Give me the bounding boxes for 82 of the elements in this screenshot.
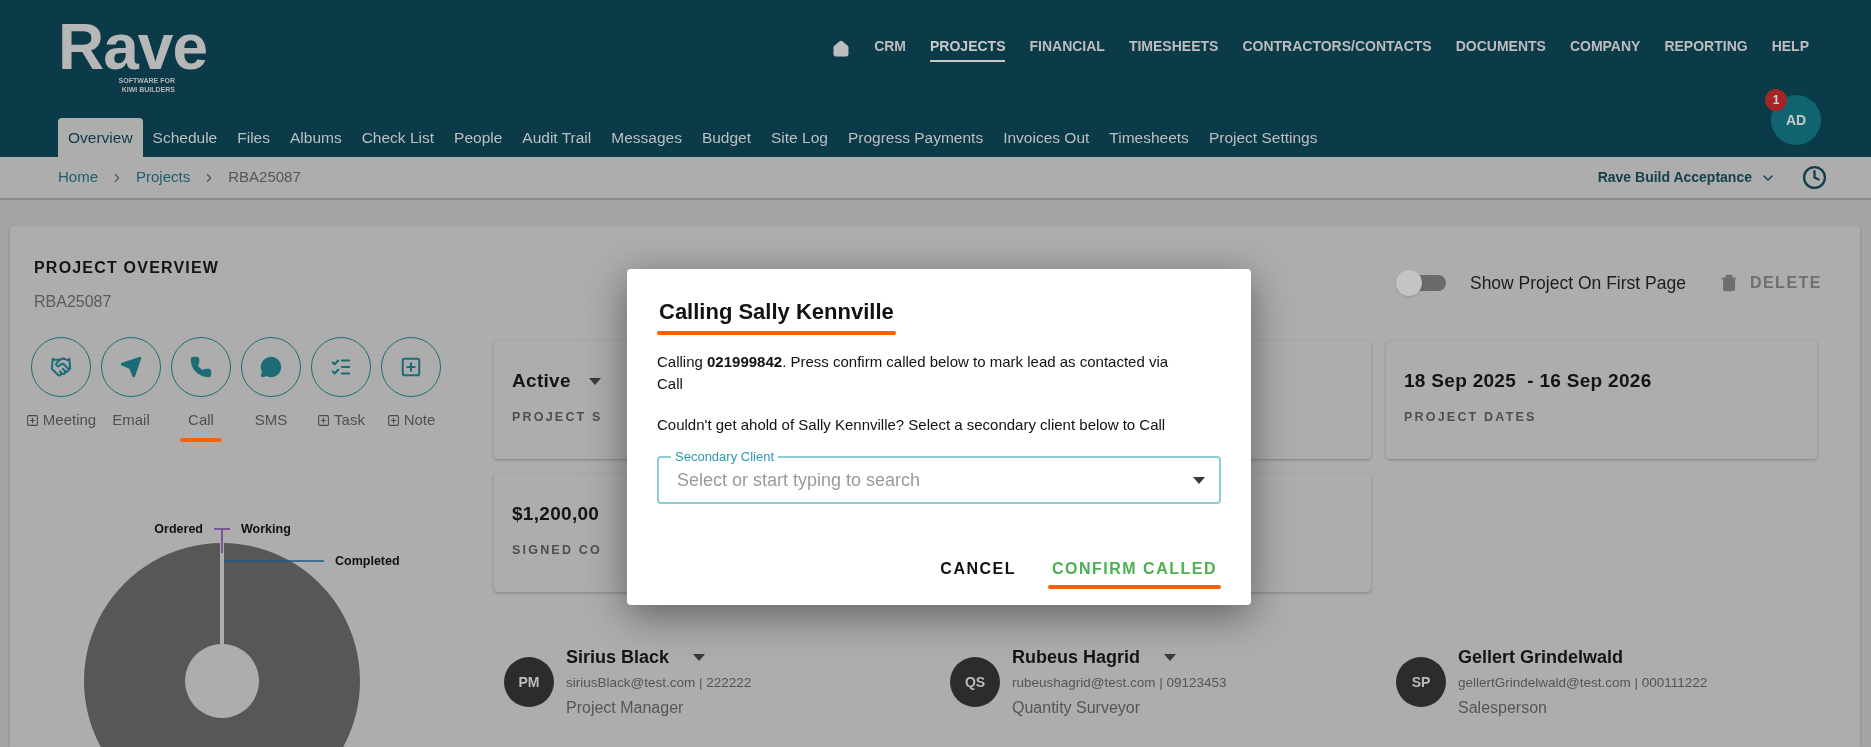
project-tab[interactable]: Budget — [691, 118, 762, 157]
stat-label: PROJECT DATES — [1404, 408, 1537, 426]
stat-label: SIGNED CO — [512, 541, 602, 559]
nav-link[interactable]: CRM — [874, 36, 906, 62]
field-input[interactable]: Select or start typing to search — [677, 466, 1193, 494]
nav-link[interactable]: DOCUMENTS — [1455, 36, 1546, 62]
person-avatar: PM — [504, 657, 554, 708]
project-tab[interactable]: Timesheets — [1099, 118, 1199, 157]
project-tab[interactable]: Messages — [601, 118, 692, 157]
project-tab[interactable]: Audit Trail — [512, 118, 602, 157]
history-clock-icon[interactable] — [1802, 165, 1827, 190]
project-tab[interactable]: Albums — [280, 118, 352, 157]
person-contact: siriusBlack@test.com | 222222 — [566, 674, 752, 692]
handshake-icon — [50, 356, 72, 378]
stat-value: $1,200,00 — [512, 502, 600, 526]
nav-link[interactable]: COMPANY — [1569, 36, 1641, 62]
nav-link[interactable]: PROJECTS — [930, 36, 1006, 62]
action-label: Meeting — [42, 410, 97, 430]
dialog-message: Calling 021999842. Press confirm called below to mark lead as contacted via Call — [657, 352, 1170, 394]
note-plus-icon — [400, 356, 422, 378]
action-label: Note — [403, 410, 436, 430]
action-button[interactable] — [171, 337, 231, 397]
chart-label: Ordered — [154, 521, 203, 536]
person-contact: rubeushagrid@test.com | 09123453 — [1012, 674, 1227, 692]
person-role: Quantity Surveyor — [1012, 698, 1142, 719]
project-tab[interactable]: Project Settings — [1198, 118, 1328, 157]
project-tab[interactable]: Overview — [58, 118, 143, 157]
phone-icon — [190, 356, 212, 378]
project-tab[interactable]: Site Log — [761, 118, 838, 157]
nav-link[interactable]: TIMESHEETS — [1128, 36, 1219, 62]
project-code: RBA25087 — [34, 292, 113, 312]
toggle-switch[interactable] — [1395, 270, 1446, 297]
breadcrumb-current: RBA25087 — [228, 167, 301, 188]
paper-plane-icon — [120, 356, 142, 378]
action-label: Task — [334, 410, 365, 430]
nav-link[interactable]: REPORTING — [1664, 36, 1748, 62]
chat-bubble-icon — [260, 356, 282, 378]
section-title: PROJECT OVERVIEW — [34, 258, 220, 278]
dropdown-caret-icon — [1193, 476, 1205, 484]
cancel-button[interactable]: CANCEL — [936, 555, 1020, 583]
stat-value: Active — [512, 369, 571, 393]
trash-icon — [1719, 274, 1738, 293]
person-role: Salesperson — [1458, 698, 1548, 719]
chart-label: Working — [241, 521, 291, 536]
highlight-underline — [180, 437, 222, 442]
notification-badge: 1 — [1765, 89, 1787, 111]
dialog-title: Calling Sally Kennville — [658, 298, 895, 326]
person-name: Rubeus Hagrid — [1012, 646, 1140, 669]
home-icon[interactable] — [832, 40, 851, 58]
stat-value: 18 Sep 2025 - 16 Sep 2026 — [1404, 369, 1652, 393]
add-box-icon — [25, 413, 39, 427]
toggle-label: Show Project On First Page — [1469, 272, 1686, 295]
dropdown-caret-icon — [693, 654, 706, 661]
dropdown-caret-icon — [1164, 654, 1176, 661]
project-tab[interactable]: Schedule — [142, 118, 228, 157]
nav-link[interactable]: CONTRACTORS/CONTACTS — [1242, 36, 1432, 62]
person-role: Project Manager — [566, 698, 685, 719]
chart-label: Completed — [335, 553, 400, 568]
dropdown-caret-icon — [588, 377, 601, 385]
add-box-icon — [317, 413, 331, 427]
person-avatar: SP — [1396, 657, 1446, 708]
action-button[interactable] — [311, 337, 371, 397]
add-box-icon — [386, 413, 400, 427]
person-name: Gellert Grindelwald — [1458, 646, 1624, 669]
person-name: Sirius Black — [566, 646, 670, 669]
dialog-prompt: Couldn't get ahold of Sally Kennville? Select a secondary client below to Call — [657, 415, 1167, 435]
nav-link[interactable]: HELP — [1771, 36, 1809, 62]
action-label: SMS — [254, 410, 288, 430]
breadcrumb-link[interactable]: Projects — [136, 166, 191, 189]
project-selector[interactable]: Rave Build Acceptance — [1597, 167, 1776, 188]
logo-wordmark: Rave — [58, 18, 207, 76]
project-tab[interactable]: People — [444, 118, 513, 157]
project-tab[interactable]: Files — [227, 118, 280, 157]
action-label: Call — [188, 410, 214, 430]
stat-label: PROJECT S — [512, 408, 603, 426]
person-avatar: QS — [950, 657, 1000, 708]
project-tab[interactable]: Progress Payments — [837, 118, 994, 157]
person-contact: gellertGrindelwald@test.com | 000111222 — [1458, 674, 1708, 692]
action-label: Email — [112, 410, 150, 430]
project-tab[interactable]: Check List — [351, 118, 445, 157]
project-tab[interactable]: Invoices Out — [993, 118, 1100, 157]
nav-link[interactable]: FINANCIAL — [1029, 36, 1105, 62]
